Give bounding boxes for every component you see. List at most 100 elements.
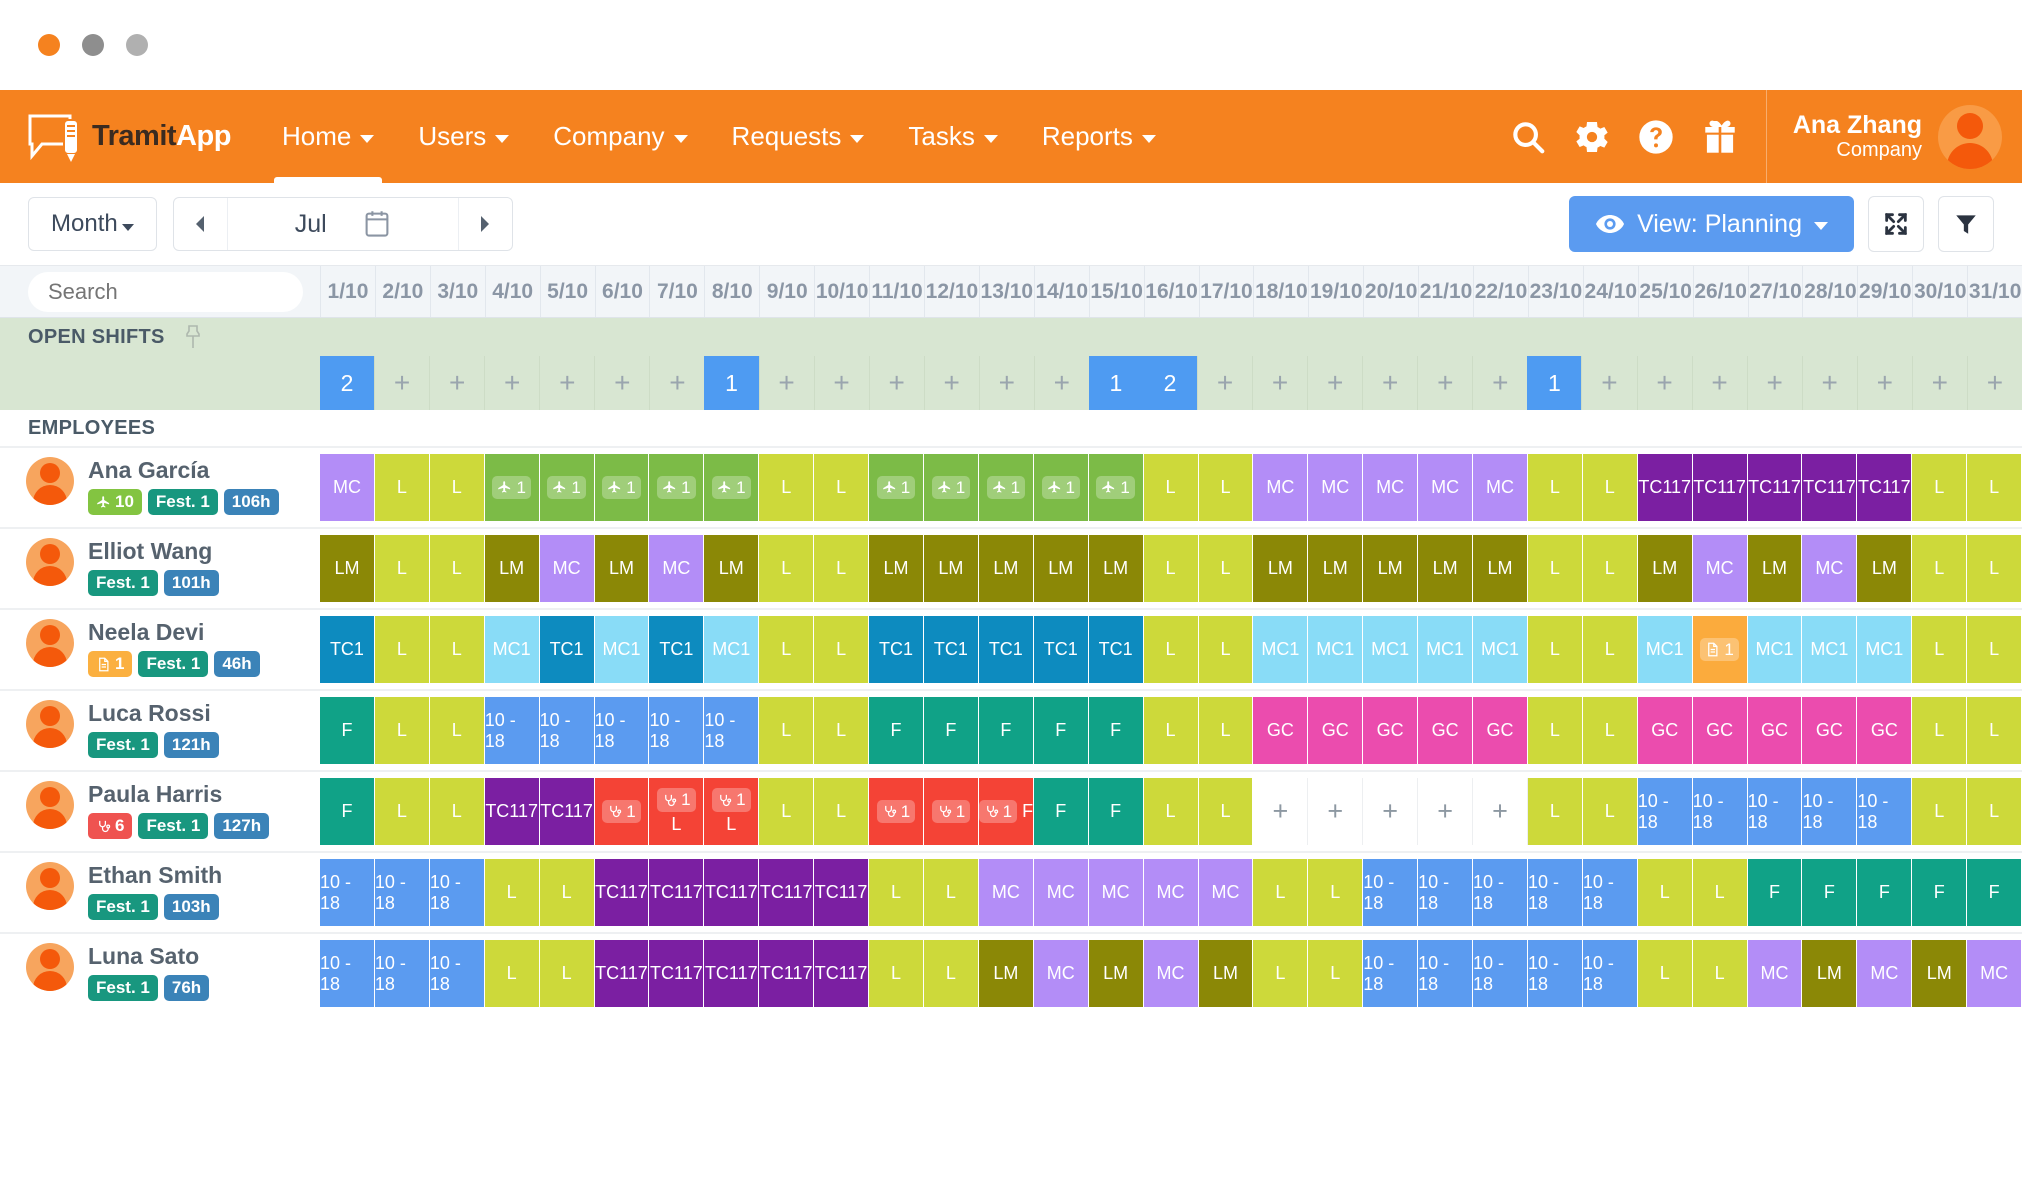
shift-cell[interactable]: LM <box>320 535 375 602</box>
app-logo[interactable]: TramitApp <box>0 110 260 164</box>
employee-info[interactable]: Ana García 10 Fest. 1 106h <box>0 448 320 527</box>
shift-cell[interactable]: L <box>1967 535 2022 602</box>
shift-cell[interactable]: TC117 <box>704 940 760 1007</box>
search-input[interactable] <box>28 271 303 312</box>
shift-cell[interactable]: MC <box>1253 454 1309 521</box>
shift-cell[interactable]: LM <box>1747 535 1803 602</box>
shift-cell[interactable]: LM <box>923 535 979 602</box>
shift-cell[interactable]: 10 - 18 <box>594 697 650 764</box>
shift-cell[interactable]: 10 - 18 <box>539 697 595 764</box>
shift-cell[interactable]: MC1 <box>1253 616 1309 683</box>
open-shift-add-cell[interactable]: + <box>1417 356 1472 410</box>
window-close-button[interactable] <box>38 34 60 56</box>
shift-cell[interactable]: 10 - 18 <box>1637 778 1693 845</box>
shift-cell[interactable]: TC1 <box>923 616 979 683</box>
shift-cell[interactable]: F <box>869 697 924 764</box>
shift-cell[interactable]: L <box>759 778 815 845</box>
shift-cell[interactable]: L <box>1143 535 1199 602</box>
shift-cell[interactable]: GC <box>1363 697 1419 764</box>
shift-cell[interactable]: GC <box>1473 697 1528 764</box>
avatar[interactable] <box>26 943 74 991</box>
open-shift-add-cell[interactable]: + <box>1197 356 1252 410</box>
shift-cell[interactable]: 1L <box>704 778 760 845</box>
open-shift-count-cell[interactable]: 1 <box>1527 356 1582 410</box>
shift-cell[interactable]: L <box>869 940 924 1007</box>
nav-item-tasks[interactable]: Tasks <box>886 90 1019 183</box>
shift-cell[interactable]: LM <box>1473 535 1528 602</box>
shift-cell[interactable]: MC1 <box>1473 616 1528 683</box>
shift-cell[interactable]: TC117 <box>1747 454 1803 521</box>
shift-cell[interactable]: L <box>1527 535 1583 602</box>
shift-cell[interactable]: 10 - 18 <box>429 859 485 926</box>
shift-cell[interactable]: MC <box>1473 454 1528 521</box>
shift-cell[interactable]: L <box>759 454 815 521</box>
shift-cell[interactable]: L <box>1637 859 1693 926</box>
avatar[interactable] <box>26 862 74 910</box>
shift-cell[interactable]: F <box>1857 859 1913 926</box>
shift-cell[interactable]: MC1 <box>1418 616 1474 683</box>
shift-cell[interactable]: MC <box>539 535 595 602</box>
avatar[interactable] <box>26 457 74 505</box>
shift-cell[interactable]: 10 - 18 <box>1363 940 1419 1007</box>
nav-item-users[interactable]: Users <box>396 90 531 183</box>
shift-cell[interactable]: LM <box>1253 535 1309 602</box>
shift-cell[interactable]: TC117 <box>649 859 705 926</box>
open-shift-add-cell[interactable]: + <box>429 356 484 410</box>
shift-cell[interactable]: MC1 <box>1363 616 1419 683</box>
shift-cell[interactable]: GC <box>1747 697 1803 764</box>
shift-cell[interactable]: L <box>374 697 430 764</box>
shift-cell[interactable]: GC <box>1418 697 1474 764</box>
shift-cell[interactable]: LM <box>1363 535 1419 602</box>
shift-cell[interactable]: GC <box>1802 697 1858 764</box>
shift-cell[interactable]: 10 - 18 <box>320 859 375 926</box>
shift-cell[interactable]: L <box>429 454 485 521</box>
avatar[interactable] <box>1938 104 2002 169</box>
shift-cell[interactable]: L <box>1198 535 1254 602</box>
shift-cell[interactable]: L <box>814 697 870 764</box>
shift-cell[interactable]: GC <box>1308 697 1364 764</box>
shift-cell[interactable]: LM <box>1033 535 1089 602</box>
shift-cell[interactable]: LM <box>1912 940 1968 1007</box>
shift-cell[interactable]: LM <box>1198 940 1254 1007</box>
shift-cell[interactable]: GC <box>1692 697 1748 764</box>
shift-cell[interactable]: 1 <box>1692 616 1748 683</box>
open-shift-add-cell[interactable]: + <box>1581 356 1636 410</box>
shift-cell[interactable]: 10 - 18 <box>374 940 430 1007</box>
shift-cell[interactable]: L <box>539 859 595 926</box>
shift-cell[interactable]: 1 <box>704 454 760 521</box>
shift-cell[interactable]: F <box>1802 859 1858 926</box>
shift-cell[interactable]: 10 - 18 <box>649 697 705 764</box>
open-shift-add-cell[interactable]: + <box>813 356 869 410</box>
shift-cell[interactable]: 1 <box>1088 454 1144 521</box>
shift-cell[interactable]: L <box>1527 454 1583 521</box>
shift-cell[interactable]: 1 <box>978 454 1034 521</box>
help-icon[interactable] <box>1624 90 1688 183</box>
employee-info[interactable]: Paula Harris 6 Fest. 1 127h <box>0 772 320 851</box>
shift-cell[interactable]: L <box>429 697 485 764</box>
empty-shift-cell[interactable]: + <box>1363 778 1419 845</box>
shift-cell[interactable]: L <box>814 454 870 521</box>
shift-cell[interactable]: LM <box>594 535 650 602</box>
shift-cell[interactable]: TC1 <box>320 616 375 683</box>
shift-cell[interactable]: LM <box>1857 535 1913 602</box>
shift-cell[interactable]: TC117 <box>759 859 815 926</box>
open-shift-add-cell[interactable]: + <box>758 356 814 410</box>
gear-icon[interactable] <box>1560 90 1624 183</box>
shift-cell[interactable]: MC <box>1143 859 1199 926</box>
shift-cell[interactable]: 10 - 18 <box>704 697 760 764</box>
pin-icon[interactable] <box>183 324 203 350</box>
shift-cell[interactable]: L <box>374 535 430 602</box>
nav-item-reports[interactable]: Reports <box>1020 90 1178 183</box>
shift-cell[interactable]: MC1 <box>1637 616 1693 683</box>
shift-cell[interactable]: LM <box>484 535 540 602</box>
period-selector-button[interactable]: Month <box>28 197 157 251</box>
open-shift-add-cell[interactable]: + <box>1966 356 2022 410</box>
next-month-button[interactable] <box>457 198 512 250</box>
open-shift-add-cell[interactable]: + <box>1856 356 1912 410</box>
shift-cell[interactable]: L <box>1637 940 1693 1007</box>
shift-cell[interactable]: MC1 <box>704 616 760 683</box>
employee-info[interactable]: Luna Sato Fest. 1 76h <box>0 934 320 1013</box>
shift-cell[interactable]: L <box>539 940 595 1007</box>
open-shift-add-cell[interactable]: + <box>1801 356 1857 410</box>
employee-info[interactable]: Ethan Smith Fest. 1 103h <box>0 853 320 932</box>
